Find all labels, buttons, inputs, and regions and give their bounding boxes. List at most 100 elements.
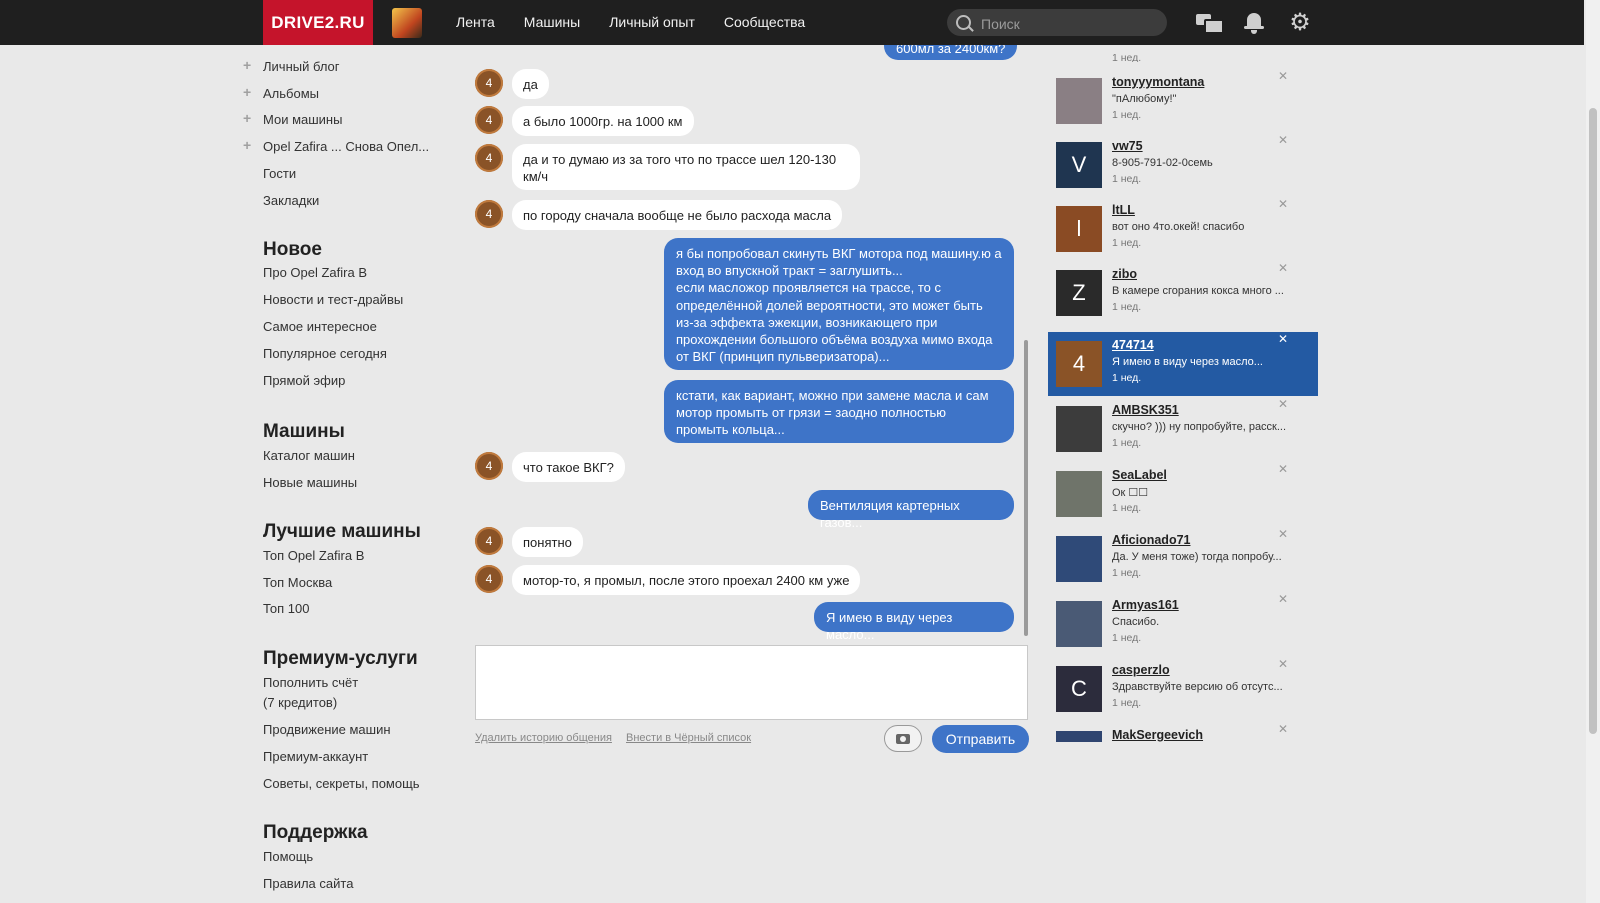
conversation-name[interactable]: zibo: [1112, 267, 1137, 281]
conversation-item[interactable]: tonyyymontana "пАлюбому!" 1 нед. ✕: [1048, 69, 1318, 133]
conversation-name[interactable]: AMBSK351: [1112, 403, 1179, 417]
chat-scrollbar[interactable]: [1024, 340, 1028, 636]
avatar[interactable]: [1056, 536, 1102, 582]
sidebar-link[interactable]: Топ Москва: [263, 575, 332, 590]
sidebar-link[interactable]: Помощь: [263, 849, 313, 864]
site-logo[interactable]: DRIVE2.RU: [263, 0, 373, 45]
conversation-name[interactable]: tonyyymontana: [1112, 75, 1204, 89]
sidebar-item-my-cars[interactable]: Мои машины: [263, 112, 342, 127]
conversation-name[interactable]: ltLL: [1112, 203, 1135, 217]
avatar[interactable]: 4: [475, 452, 503, 480]
close-icon[interactable]: ✕: [1278, 397, 1288, 411]
messages-icon[interactable]: [1196, 11, 1224, 35]
gear-icon[interactable]: ⚙: [1288, 11, 1312, 35]
avatar[interactable]: [1056, 731, 1102, 742]
sidebar-item-albums[interactable]: Альбомы: [263, 86, 319, 101]
sidebar-item-blog[interactable]: Личный блог: [263, 59, 340, 74]
close-icon[interactable]: ✕: [1278, 332, 1288, 346]
user-avatar[interactable]: [392, 8, 422, 38]
conversation-item[interactable]: Vvw75 8-905-791-02-0семь 1 нед. ✕: [1048, 133, 1318, 197]
sidebar-link[interactable]: Правила сайта: [263, 876, 353, 891]
conversation-preview: "пАлюбому!": [1112, 93, 1177, 105]
send-button[interactable]: Отправить: [932, 725, 1029, 753]
plus-icon: +: [243, 110, 252, 126]
conversation-name[interactable]: SeaLabel: [1112, 468, 1167, 482]
avatar[interactable]: Z: [1056, 270, 1102, 316]
avatar[interactable]: 4: [475, 200, 503, 228]
conversation-item[interactable]: Ccasperzlo Здравствуйте версию об отсутс.…: [1048, 657, 1318, 721]
avatar[interactable]: [1056, 406, 1102, 452]
section-title-premium: Премиум-услуги: [263, 648, 418, 669]
avatar[interactable]: 4: [475, 144, 503, 172]
conversation-item[interactable]: Armyas161 Спасибо. 1 нед. ✕: [1048, 592, 1318, 656]
avatar[interactable]: 4: [475, 565, 503, 593]
sidebar-link[interactable]: Самое интересное: [263, 319, 377, 334]
avatar[interactable]: 4: [1056, 341, 1102, 387]
sidebar-item-guests[interactable]: Гости: [263, 166, 296, 181]
conversation-name[interactable]: Aficionado71: [1112, 533, 1191, 547]
conversation-item[interactable]: SeaLabel Ок ☐☐ 1 нед. ✕: [1048, 462, 1318, 526]
sidebar-link[interactable]: Пополнить счёт: [263, 675, 358, 690]
sidebar-link[interactable]: Продвижение машин: [263, 722, 391, 737]
conversation-preview: вот оно 4то.окей! спасибо: [1112, 221, 1245, 233]
page-scrollbar[interactable]: [1586, 0, 1600, 903]
conversation-name[interactable]: vw75: [1112, 139, 1143, 153]
conversation-name[interactable]: Armyas161: [1112, 598, 1179, 612]
sidebar-link[interactable]: Новые машины: [263, 475, 357, 490]
nav-cars[interactable]: Машины: [524, 0, 580, 45]
avatar[interactable]: V: [1056, 142, 1102, 188]
avatar[interactable]: C: [1056, 666, 1102, 712]
conversation-item[interactable]: AMBSK351 скучно? ))) ну попробуйте, расск…: [1048, 397, 1318, 461]
message-out: Вентиляция картерных газов...: [808, 490, 1014, 530]
nav-feed[interactable]: Лента: [456, 0, 495, 45]
conversation-item[interactable]: l ltLL вот оно 4то.окей! спасибо 1 нед. ✕: [1048, 197, 1318, 261]
sidebar-link[interactable]: Премиум-аккаунт: [263, 749, 368, 764]
delete-history-link[interactable]: Удалить историю общения: [475, 732, 612, 744]
sidebar-link[interactable]: Прямой эфир: [263, 373, 345, 388]
avatar[interactable]: [1056, 471, 1102, 517]
conversation-item[interactable]: 4 474714 Я имею в виду через масло... 1 нед…: [1048, 332, 1318, 396]
conversation-name[interactable]: casperzlo: [1112, 663, 1170, 677]
camera-button[interactable]: [884, 725, 922, 752]
avatar[interactable]: 4: [475, 69, 503, 97]
avatar[interactable]: [1056, 601, 1102, 647]
conversation-time: 1 нед.: [1112, 502, 1142, 514]
conversation-name[interactable]: 474714: [1112, 338, 1154, 352]
section-title-best-cars: Лучшие машины: [263, 521, 421, 542]
sidebar-link[interactable]: Популярное сегодня: [263, 346, 387, 361]
blacklist-link[interactable]: Внести в Чёрный список: [626, 732, 751, 744]
close-icon[interactable]: ✕: [1278, 592, 1288, 606]
conversation-item[interactable]: Aficionado71 Да. У меня тоже) тогда попро…: [1048, 527, 1318, 591]
sidebar-link[interactable]: Топ Opel Zafira B: [263, 548, 364, 563]
bell-icon[interactable]: [1243, 11, 1267, 35]
close-icon[interactable]: ✕: [1278, 527, 1288, 541]
conversation-name[interactable]: MakSergeevich: [1112, 728, 1203, 742]
avatar[interactable]: [1056, 78, 1102, 124]
message-out: Я имею в виду через масло...: [814, 602, 1014, 642]
sidebar-item-opel[interactable]: Opel Zafira ... Снова Опел...: [263, 139, 429, 154]
sidebar-link[interactable]: Новости и тест-драйвы: [263, 292, 403, 307]
close-icon[interactable]: ✕: [1278, 133, 1288, 147]
avatar[interactable]: l: [1056, 206, 1102, 252]
close-icon[interactable]: ✕: [1278, 722, 1288, 736]
close-icon[interactable]: ✕: [1278, 261, 1288, 275]
avatar[interactable]: 4: [475, 527, 503, 555]
close-icon[interactable]: ✕: [1278, 69, 1288, 83]
sidebar-item-bookmarks[interactable]: Закладки: [263, 193, 319, 208]
sidebar-link[interactable]: Советы, секреты, помощь: [263, 776, 420, 791]
message-input[interactable]: [476, 646, 1027, 719]
close-icon[interactable]: ✕: [1278, 462, 1288, 476]
nav-experience[interactable]: Личный опыт: [609, 0, 695, 45]
avatar[interactable]: 4: [475, 106, 503, 134]
conversation-time: 1 нед.: [1112, 697, 1142, 709]
conversation-item[interactable]: Zzibo В камере сгорания кокса много ... 1 …: [1048, 261, 1318, 325]
sidebar-link[interactable]: Про Opel Zafira B: [263, 265, 367, 280]
nav-communities[interactable]: Сообщества: [724, 0, 805, 45]
sidebar-link[interactable]: Топ 100: [263, 601, 310, 616]
sidebar-link[interactable]: Каталог машин: [263, 448, 355, 463]
close-icon[interactable]: ✕: [1278, 197, 1288, 211]
conversation-time: 1 нед.: [1112, 372, 1142, 384]
close-icon[interactable]: ✕: [1278, 657, 1288, 671]
search-input[interactable]: [979, 13, 1163, 34]
conversation-item[interactable]: MakSergeevich ✕: [1048, 722, 1318, 742]
